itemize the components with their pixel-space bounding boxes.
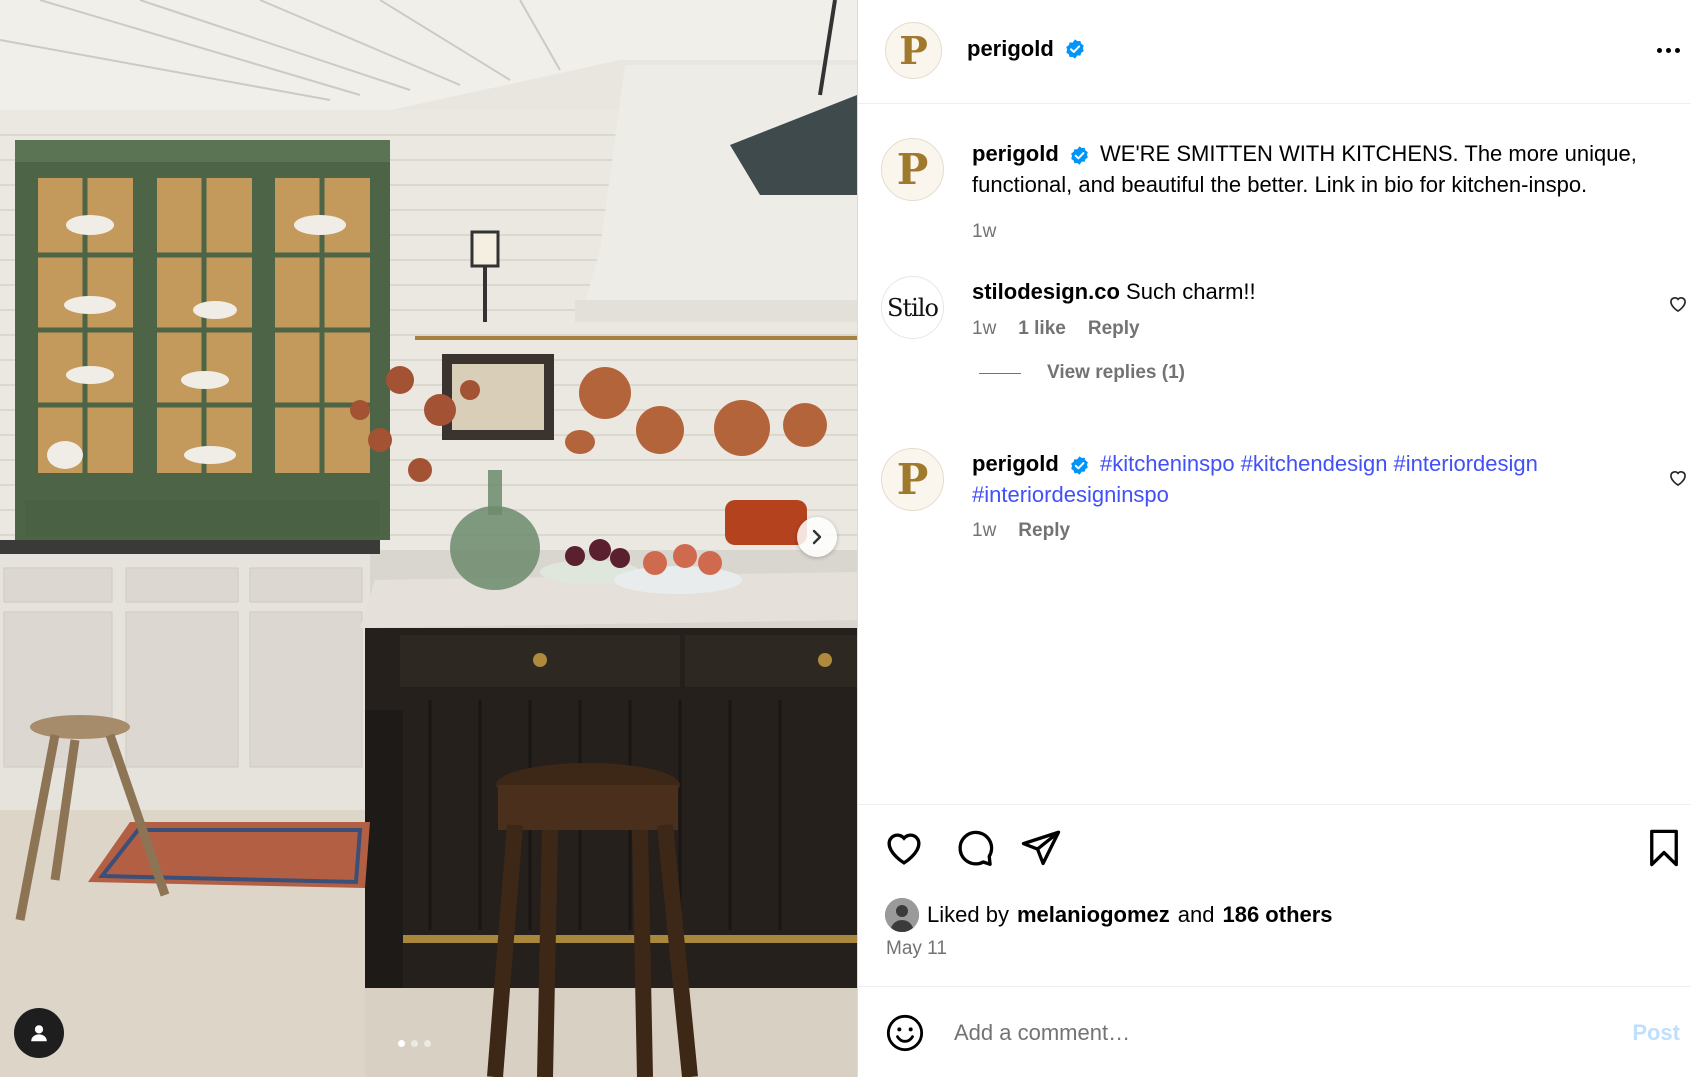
likes-others[interactable]: 186 others	[1222, 902, 1332, 928]
like-comment-heart-icon[interactable]	[1668, 294, 1688, 314]
like-comment-heart-icon[interactable]	[1668, 468, 1688, 488]
save-bookmark-icon[interactable]	[1643, 827, 1685, 869]
post-photo[interactable]	[0, 0, 857, 1077]
liker-avatar[interactable]	[885, 898, 919, 932]
post-actions: Liked by melaniogomez and 186 others May…	[858, 804, 1691, 986]
avatar-letter: P	[899, 28, 928, 73]
more-options-button[interactable]	[1648, 36, 1688, 64]
comment-meta: 1w Reply	[972, 520, 1070, 542]
like-heart-icon[interactable]	[883, 827, 925, 869]
comment-time[interactable]: 1w	[972, 520, 996, 542]
post-header: P perigold	[858, 0, 1691, 104]
chevron-right-icon	[812, 529, 822, 545]
comment-likes-count[interactable]: 1 like	[1018, 318, 1066, 340]
post-side-panel: P perigold P perigold WE'RE SMITTEN WITH…	[857, 0, 1691, 1077]
perigold-avatar[interactable]: P	[885, 22, 942, 79]
likes-user[interactable]: melaniogomez	[1017, 902, 1170, 928]
post-comment-button[interactable]: Post	[1632, 1020, 1680, 1046]
comment-reply-button[interactable]: Reply	[1018, 520, 1070, 542]
dot	[1656, 47, 1662, 53]
view-replies-label: View replies (1)	[1047, 362, 1185, 383]
header-username[interactable]: perigold	[967, 36, 1054, 62]
divider-line	[979, 372, 1021, 374]
post-date[interactable]: May 11	[886, 938, 947, 960]
instagram-post-view: P perigold P perigold WE'RE SMITTEN WITH…	[0, 0, 1691, 1077]
comment-text-block: perigold #kitcheninspo #kitchendesign #i…	[972, 448, 1642, 510]
comment-username[interactable]: perigold	[972, 451, 1059, 476]
comment-username[interactable]: stilodesign.co	[972, 279, 1120, 304]
comment-text-block: stilodesign.co Such charm!!	[972, 276, 1642, 307]
view-replies-button[interactable]: View replies (1)	[979, 362, 1185, 384]
hashtags-line-1[interactable]: #kitcheninspo #kitchendesign #interiorde…	[1100, 451, 1538, 476]
comment-bubble-icon[interactable]	[953, 827, 995, 869]
user-icon	[31, 1025, 47, 1042]
dot	[1674, 47, 1680, 53]
comment-meta: 1w 1 like Reply	[972, 318, 1140, 340]
comment-time[interactable]: 1w	[972, 318, 996, 340]
carousel-dot	[411, 1040, 418, 1047]
comment-text: Such charm!!	[1126, 279, 1256, 304]
carousel-indicator	[398, 1040, 431, 1047]
caption-avatar[interactable]: P	[881, 138, 944, 201]
likes-prefix: Liked by	[927, 902, 1009, 927]
verified-badge-icon	[1066, 39, 1084, 59]
avatar-letter: P	[896, 455, 929, 504]
comment-reply-button[interactable]: Reply	[1088, 318, 1140, 340]
caption-username[interactable]: perigold	[972, 141, 1059, 166]
likes-summary: Liked by melaniogomez and 186 others	[885, 898, 1333, 932]
share-paper-plane-icon[interactable]	[1020, 827, 1062, 869]
carousel-dot-active	[398, 1040, 405, 1047]
caption-meta: 1w	[972, 221, 996, 243]
person-avatar-icon	[885, 898, 919, 932]
carousel-next-button[interactable]	[797, 517, 837, 557]
caption-text-block: perigold WE'RE SMITTEN WITH KITCHENS. Th…	[972, 138, 1642, 200]
add-comment-bar: Post	[858, 986, 1691, 1077]
avatar-text: Stilo	[887, 293, 939, 322]
comments-list: P perigold WE'RE SMITTEN WITH KITCHENS. …	[858, 104, 1691, 804]
avatar-letter: P	[896, 145, 929, 194]
caption-time[interactable]: 1w	[972, 221, 996, 243]
dot	[1665, 47, 1671, 53]
likes-conj: and	[1177, 902, 1215, 927]
tagged-users-button[interactable]	[14, 1008, 64, 1058]
comment-input[interactable]	[954, 1013, 1594, 1053]
verified-badge-icon	[1071, 456, 1088, 475]
stilodesign-avatar[interactable]: Stilo	[881, 276, 944, 339]
emoji-icon[interactable]	[885, 1013, 925, 1053]
hashtags-line-2[interactable]: #interiordesigninspo	[972, 482, 1169, 507]
perigold-avatar[interactable]: P	[881, 448, 944, 511]
kitchen-photo-illustration	[0, 0, 857, 1077]
carousel-dot	[424, 1040, 431, 1047]
verified-badge-icon	[1071, 146, 1088, 165]
